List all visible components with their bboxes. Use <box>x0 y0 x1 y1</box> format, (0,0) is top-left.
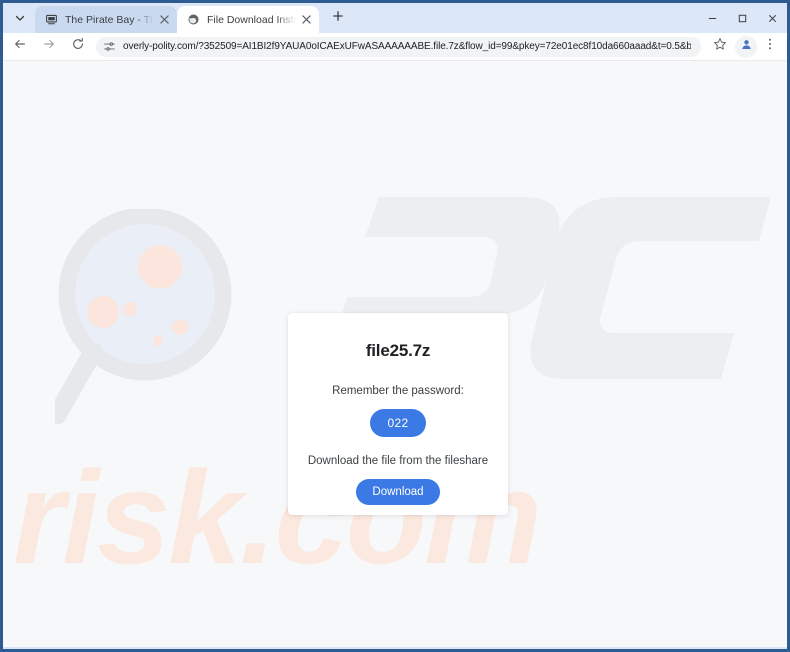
close-window-button[interactable] <box>757 3 787 33</box>
minimize-button[interactable] <box>697 3 727 33</box>
reload-icon <box>71 37 85 56</box>
toolbar-right-actions <box>707 35 781 58</box>
tune-icon[interactable] <box>103 40 116 53</box>
back-button[interactable] <box>9 36 31 58</box>
magnifier-watermark <box>47 207 255 449</box>
tab-title: The Pirate Bay - The galaxy's m <box>65 13 154 26</box>
password-prompt-label: Remember the password: <box>332 385 464 397</box>
tab-title: File Download Instructions for f <box>207 13 296 26</box>
browser-menu-button[interactable] <box>759 36 781 58</box>
computer-icon <box>44 13 58 27</box>
forward-button[interactable] <box>38 36 60 58</box>
file-name-title: file25.7z <box>365 341 431 360</box>
maximize-button[interactable] <box>727 3 757 33</box>
address-bar[interactable]: overly-polity.com/?352509=AI1BI2f9YAUA0o… <box>96 36 701 57</box>
download-card: file25.7z Remember the password: 022 Dow… <box>288 313 508 515</box>
download-button[interactable]: Download <box>356 479 440 505</box>
tab-pirate-bay[interactable]: The Pirate Bay - The galaxy's m <box>35 6 177 33</box>
new-tab-button[interactable] <box>325 5 351 31</box>
tab-strip: The Pirate Bay - The galaxy's m File Dow… <box>3 3 787 33</box>
password-badge[interactable]: 022 <box>370 409 426 437</box>
tab-close-button[interactable] <box>157 13 171 27</box>
plus-icon <box>332 9 344 27</box>
back-arrow-icon <box>13 37 27 56</box>
window-controls <box>697 3 787 33</box>
browser-window: The Pirate Bay - The galaxy's m File Dow… <box>0 0 790 652</box>
download-prompt-label: Download the file from the fileshare <box>307 455 489 467</box>
browser-toolbar: overly-polity.com/?352509=AI1BI2f9YAUA0o… <box>3 33 787 61</box>
reload-button[interactable] <box>67 36 89 58</box>
avatar-icon <box>740 38 753 56</box>
forward-arrow-icon <box>42 37 56 56</box>
bookmark-button[interactable] <box>709 36 731 58</box>
chevron-down-icon <box>14 12 26 24</box>
three-dot-menu-icon <box>763 37 777 56</box>
tab-file-download-instructions[interactable]: File Download Instructions for f <box>177 6 319 33</box>
globe-icon <box>186 13 200 27</box>
url-text: overly-polity.com/?352509=AI1BI2f9YAUA0o… <box>123 41 691 52</box>
tab-search-button[interactable] <box>7 5 33 31</box>
profile-button[interactable] <box>735 35 757 58</box>
star-icon <box>713 37 727 56</box>
tab-close-button[interactable] <box>299 13 313 27</box>
page-viewport: risk.com file25.7z Remember the password… <box>3 61 787 647</box>
